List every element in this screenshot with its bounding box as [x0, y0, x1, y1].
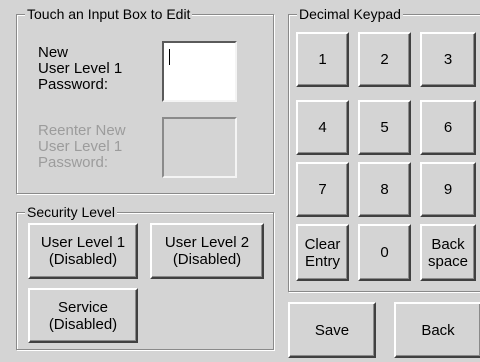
key-3[interactable]: 3: [420, 32, 476, 87]
reenter-password-label: Reenter New User Level 1 Password:: [38, 122, 126, 171]
key-6[interactable]: 6: [420, 100, 476, 155]
backspace-key[interactable]: Back space: [420, 224, 476, 281]
back-button[interactable]: Back: [394, 302, 480, 358]
key-5[interactable]: 5: [358, 100, 411, 155]
user-level-1-button[interactable]: User Level 1 (Disabled): [28, 223, 138, 279]
save-button[interactable]: Save: [288, 302, 376, 358]
key-0[interactable]: 0: [358, 224, 411, 281]
key-1[interactable]: 1: [296, 32, 349, 87]
text-caret: [169, 49, 170, 65]
decimal-keypad-legend: Decimal Keypad: [297, 6, 403, 22]
key-4[interactable]: 4: [296, 100, 349, 155]
new-password-label: New User Level 1 Password:: [38, 44, 123, 93]
key-2[interactable]: 2: [358, 32, 411, 87]
clear-entry-key[interactable]: Clear Entry: [296, 224, 349, 281]
reenter-password-input: [162, 117, 237, 178]
new-password-input[interactable]: [162, 41, 237, 102]
key-9[interactable]: 9: [420, 162, 476, 217]
user-level-2-button[interactable]: User Level 2 (Disabled): [150, 223, 264, 279]
service-button[interactable]: Service (Disabled): [28, 288, 138, 343]
security-level-legend: Security Level: [25, 204, 117, 220]
key-7[interactable]: 7: [296, 162, 349, 217]
key-8[interactable]: 8: [358, 162, 411, 217]
password-entry-legend: Touch an Input Box to Edit: [25, 6, 193, 22]
